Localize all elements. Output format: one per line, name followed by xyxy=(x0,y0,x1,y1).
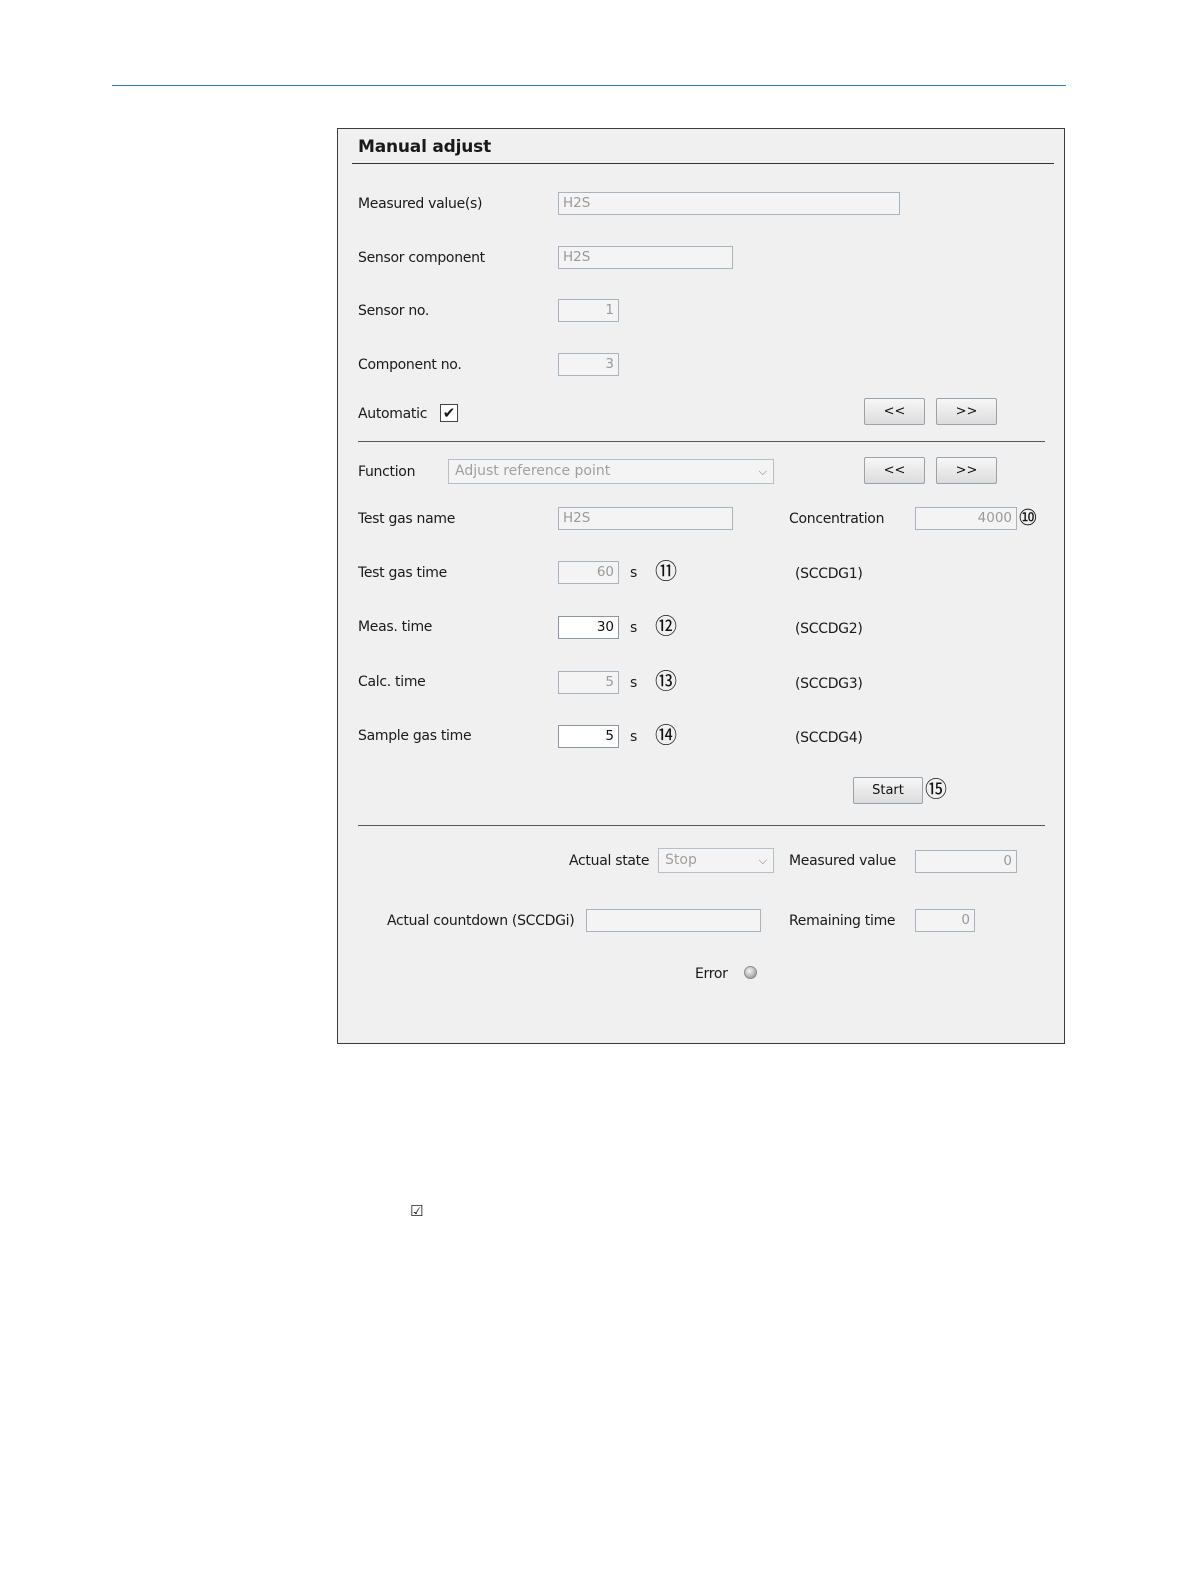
remaining-time-label: Remaining time xyxy=(789,913,896,929)
meas-time-field[interactable]: 30 xyxy=(558,616,619,639)
meas-time-label: Meas. time xyxy=(358,619,433,635)
callout-marker-11: ⑪ xyxy=(655,560,678,585)
measured-values-field[interactable]: H2S xyxy=(558,192,900,215)
function-select[interactable]: Adjust reference point ⌵ xyxy=(448,459,774,484)
function-select-value: Adjust reference point xyxy=(455,463,611,479)
section-divider-1 xyxy=(358,441,1045,442)
callout-marker-14: ⑭ xyxy=(655,724,678,749)
meas-time-code: (SCCDG2) xyxy=(795,621,863,637)
meas-time-unit: s xyxy=(630,620,637,636)
automatic-label: Automatic xyxy=(358,406,428,422)
test-gas-time-code: (SCCDG1) xyxy=(795,566,863,582)
sensor-component-label: Sensor component xyxy=(358,250,485,266)
section-divider-2 xyxy=(358,825,1045,826)
callout-marker-13: ⑬ xyxy=(655,670,678,695)
calc-time-code: (SCCDG3) xyxy=(795,676,863,692)
start-button[interactable]: Start xyxy=(853,777,923,804)
sensor-component-field[interactable]: H2S xyxy=(558,246,733,269)
actual-state-label: Actual state xyxy=(569,853,650,869)
sensor-no-label: Sensor no. xyxy=(358,303,430,319)
concentration-label: Concentration xyxy=(789,511,885,527)
test-gas-name-label: Test gas name xyxy=(358,511,456,527)
chevron-down-icon: ⌵ xyxy=(758,854,767,867)
actual-state-value: Stop xyxy=(665,852,697,868)
error-label: Error xyxy=(695,966,728,982)
previous-component-button[interactable]: << xyxy=(864,398,925,425)
test-gas-time-field[interactable]: 60 xyxy=(558,561,619,584)
dialog-title: Manual adjust xyxy=(358,137,492,157)
sensor-no-field[interactable]: 1 xyxy=(558,299,619,322)
calc-time-unit: s xyxy=(630,675,637,691)
test-gas-time-label: Test gas time xyxy=(358,565,447,581)
callout-marker-12: ⑫ xyxy=(655,615,678,640)
previous-function-button[interactable]: << xyxy=(864,457,925,484)
calc-time-label: Calc. time xyxy=(358,674,426,690)
callout-marker-15: ⑮ xyxy=(925,778,948,803)
actual-countdown-label: Actual countdown (SCCDGi) xyxy=(387,913,575,929)
error-indicator-led xyxy=(744,966,757,979)
component-no-field[interactable]: 3 xyxy=(558,353,619,376)
next-component-button[interactable]: >> xyxy=(936,398,997,425)
sample-gas-time-field[interactable]: 5 xyxy=(558,725,619,748)
measured-values-label: Measured value(s) xyxy=(358,196,483,212)
automatic-checkbox[interactable]: ✔ xyxy=(440,404,458,422)
measured-value-field[interactable]: 0 xyxy=(915,850,1017,873)
sample-gas-time-label: Sample gas time xyxy=(358,728,472,744)
test-gas-name-field[interactable]: H2S xyxy=(558,507,733,530)
calc-time-field[interactable]: 5 xyxy=(558,671,619,694)
actual-state-select[interactable]: Stop ⌵ xyxy=(658,848,774,873)
chevron-down-icon: ⌵ xyxy=(758,465,767,478)
checkbox-symbol-icon: ☑ xyxy=(410,1202,424,1220)
next-function-button[interactable]: >> xyxy=(936,457,997,484)
manual-adjust-dialog: Manual adjust Measured value(s) H2S Sens… xyxy=(337,128,1065,1044)
page-header-rule xyxy=(112,85,1066,86)
callout-marker-10: ⑩ xyxy=(1018,506,1038,531)
function-label: Function xyxy=(358,464,416,480)
remaining-time-field[interactable]: 0 xyxy=(915,909,975,932)
component-no-label: Component no. xyxy=(358,357,462,373)
sample-gas-time-unit: s xyxy=(630,729,637,745)
sample-gas-time-code: (SCCDG4) xyxy=(795,730,863,746)
concentration-field[interactable]: 4000 xyxy=(915,507,1017,530)
test-gas-time-unit: s xyxy=(630,565,637,581)
measured-value-label: Measured value xyxy=(789,853,896,869)
title-divider xyxy=(352,163,1054,164)
actual-countdown-field[interactable] xyxy=(586,909,761,932)
